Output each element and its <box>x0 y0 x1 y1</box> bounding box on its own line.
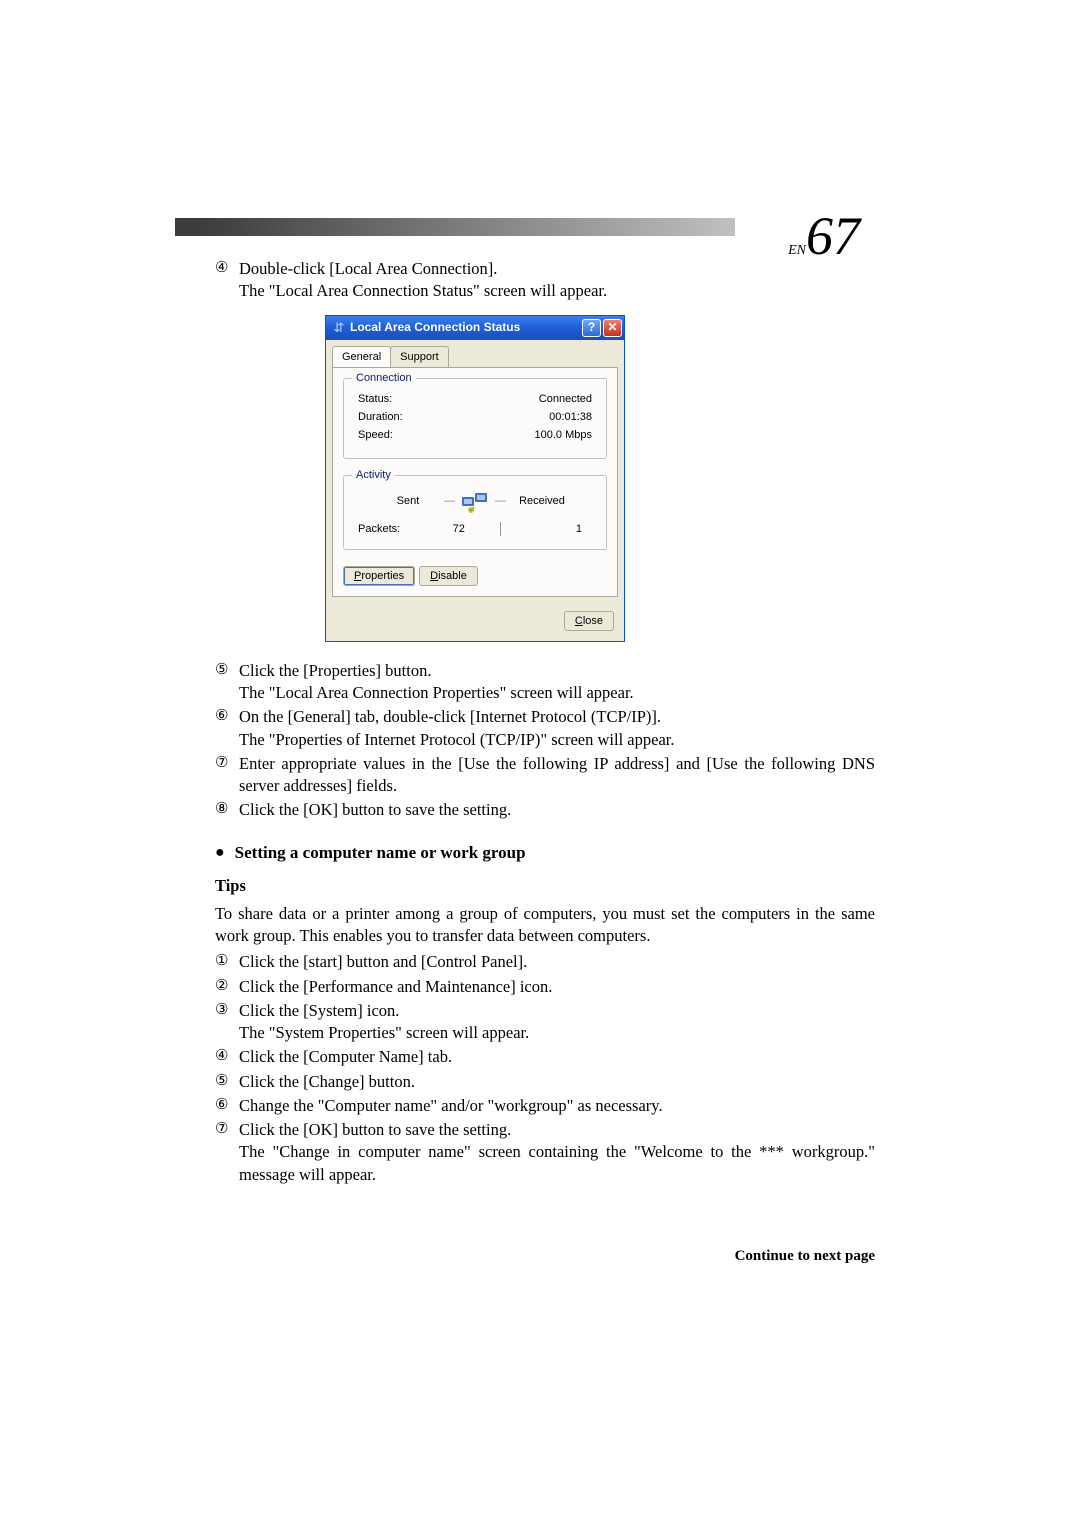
step-text: Click the [Computer Name] tab. <box>239 1046 875 1068</box>
tips-paragraph: To share data or a printer among a group… <box>215 903 875 948</box>
duration-row: Duration: 00:01:38 <box>358 410 592 425</box>
workgroup-step-7: ⑦ Click the [OK] button to save the sett… <box>215 1119 875 1186</box>
step-text: Click the [Change] button. <box>239 1071 875 1093</box>
page-number-value: 67 <box>806 206 860 266</box>
section-heading: ● Setting a computer name or work group <box>215 842 875 865</box>
properties-button[interactable]: Properties <box>343 566 415 586</box>
continue-footer: Continue to next page <box>215 1246 875 1266</box>
step-text: The "Change in computer name" screen con… <box>239 1141 875 1186</box>
step-text: Click the [Properties] button. <box>239 660 875 682</box>
close-icon[interactable]: ✕ <box>603 319 622 337</box>
section-heading-text: Setting a computer name or work group <box>235 842 526 865</box>
step-body: Click the [Properties] button. The "Loca… <box>239 660 875 705</box>
page-number-prefix: EN <box>788 243 806 258</box>
workgroup-step-5: ⑤ Click the [Change] button. <box>215 1071 875 1093</box>
workgroup-step-3: ③ Click the [System] icon. The "System P… <box>215 1000 875 1045</box>
step-6: ⑥ On the [General] tab, double-click [In… <box>215 706 875 751</box>
packets-row: Packets: 72 1 <box>358 522 592 537</box>
step-marker: ③ <box>215 1000 239 1045</box>
step-text: The "Local Area Connection Status" scree… <box>239 280 875 302</box>
activity-header: Sent — — <box>354 490 596 514</box>
packets-label: Packets: <box>358 522 418 537</box>
step-text: Click the [System] icon. <box>239 1000 875 1022</box>
groupbox-title: Connection <box>352 371 416 386</box>
step-marker: ⑥ <box>215 1095 239 1117</box>
step-text: Click the [start] button and [Control Pa… <box>239 951 875 973</box>
speed-value: 100.0 Mbps <box>535 428 592 443</box>
step-body: Click the [System] icon. The "System Pro… <box>239 1000 875 1045</box>
tab-panel-general: Connection Status: Connected Duration: 0… <box>332 367 618 596</box>
step-7: ⑦ Enter appropriate values in the [Use t… <box>215 753 875 798</box>
duration-label: Duration: <box>358 410 403 425</box>
step-8: ⑧ Click the [OK] button to save the sett… <box>215 799 875 821</box>
step-body: Enter appropriate values in the [Use the… <box>239 753 875 798</box>
groupbox-activity: Activity Sent — <box>343 475 607 550</box>
step-5: ⑤ Click the [Properties] button. The "Lo… <box>215 660 875 705</box>
duration-value: 00:01:38 <box>549 410 592 425</box>
workgroup-step-2: ② Click the [Performance and Maintenance… <box>215 976 875 998</box>
activity-dash: — <box>444 494 455 509</box>
step-marker: ① <box>215 951 239 973</box>
dialog-footer: Close <box>326 603 624 641</box>
step-text: The "System Properties" screen will appe… <box>239 1022 875 1044</box>
activity-dash: — <box>495 494 506 509</box>
tab-general[interactable]: General <box>332 346 391 368</box>
sent-label: Sent <box>378 494 438 509</box>
bullet-icon: ● <box>215 842 225 864</box>
groupbox-connection: Connection Status: Connected Duration: 0… <box>343 378 607 459</box>
step-4: ④ Double-click [Local Area Connection]. … <box>215 258 875 303</box>
activity-computers-icon <box>461 490 489 514</box>
step-marker: ② <box>215 976 239 998</box>
step-marker: ⑦ <box>215 753 239 798</box>
help-button[interactable]: ? <box>582 319 601 337</box>
workgroup-step-6: ⑥ Change the "Computer name" and/or "wor… <box>215 1095 875 1117</box>
status-row: Status: Connected <box>358 392 592 407</box>
status-value: Connected <box>539 392 592 407</box>
step-text: Click the [OK] button to save the settin… <box>239 1119 875 1141</box>
step-body: Click the [OK] button to save the settin… <box>239 799 875 821</box>
step-text: Double-click [Local Area Connection]. <box>239 258 875 280</box>
step-marker: ⑦ <box>215 1119 239 1186</box>
close-button[interactable]: Close <box>564 611 614 631</box>
step-body: Double-click [Local Area Connection]. Th… <box>239 258 875 303</box>
disable-button[interactable]: Disable <box>419 566 478 586</box>
dialog-titlebar: ⇵ Local Area Connection Status ? ✕ <box>326 316 624 340</box>
workgroup-step-4: ④ Click the [Computer Name] tab. <box>215 1046 875 1068</box>
dialog-screenshot: ⇵ Local Area Connection Status ? ✕ Gener… <box>325 315 875 642</box>
step-text: Click the [Performance and Maintenance] … <box>239 976 875 998</box>
page-header-rule <box>175 218 735 236</box>
step-text: Change the "Computer name" and/or "workg… <box>239 1095 875 1117</box>
connection-status-dialog: ⇵ Local Area Connection Status ? ✕ Gener… <box>325 315 625 642</box>
received-label: Received <box>512 494 572 509</box>
step-text: On the [General] tab, double-click [Inte… <box>239 706 875 728</box>
step-marker: ⑤ <box>215 660 239 705</box>
tips-heading: Tips <box>215 875 875 897</box>
step-text: Enter appropriate values in the [Use the… <box>239 753 875 798</box>
step-marker: ⑥ <box>215 706 239 751</box>
step-marker: ⑤ <box>215 1071 239 1093</box>
groupbox-title: Activity <box>352 468 395 483</box>
step-marker: ④ <box>215 258 239 303</box>
speed-label: Speed: <box>358 428 393 443</box>
network-icon: ⇵ <box>332 321 346 335</box>
step-body: On the [General] tab, double-click [Inte… <box>239 706 875 751</box>
dialog-title: Local Area Connection Status <box>350 319 580 335</box>
speed-row: Speed: 100.0 Mbps <box>358 428 592 443</box>
packets-sent: 72 <box>418 522 500 537</box>
step-text: The "Local Area Connection Properties" s… <box>239 682 875 704</box>
step-marker: ④ <box>215 1046 239 1068</box>
dialog-buttons-left: Properties Disable <box>343 566 607 586</box>
page-content: ④ Double-click [Local Area Connection]. … <box>215 258 875 1266</box>
step-marker: ⑧ <box>215 799 239 821</box>
step-text: Click the [OK] button to save the settin… <box>239 799 875 821</box>
tab-support[interactable]: Support <box>390 346 449 368</box>
status-label: Status: <box>358 392 392 407</box>
dialog-tabs: General Support <box>326 340 624 368</box>
step-text: The "Properties of Internet Protocol (TC… <box>239 729 875 751</box>
packets-received: 1 <box>501 522 593 537</box>
workgroup-step-1: ① Click the [start] button and [Control … <box>215 951 875 973</box>
step-body: Click the [OK] button to save the settin… <box>239 1119 875 1186</box>
